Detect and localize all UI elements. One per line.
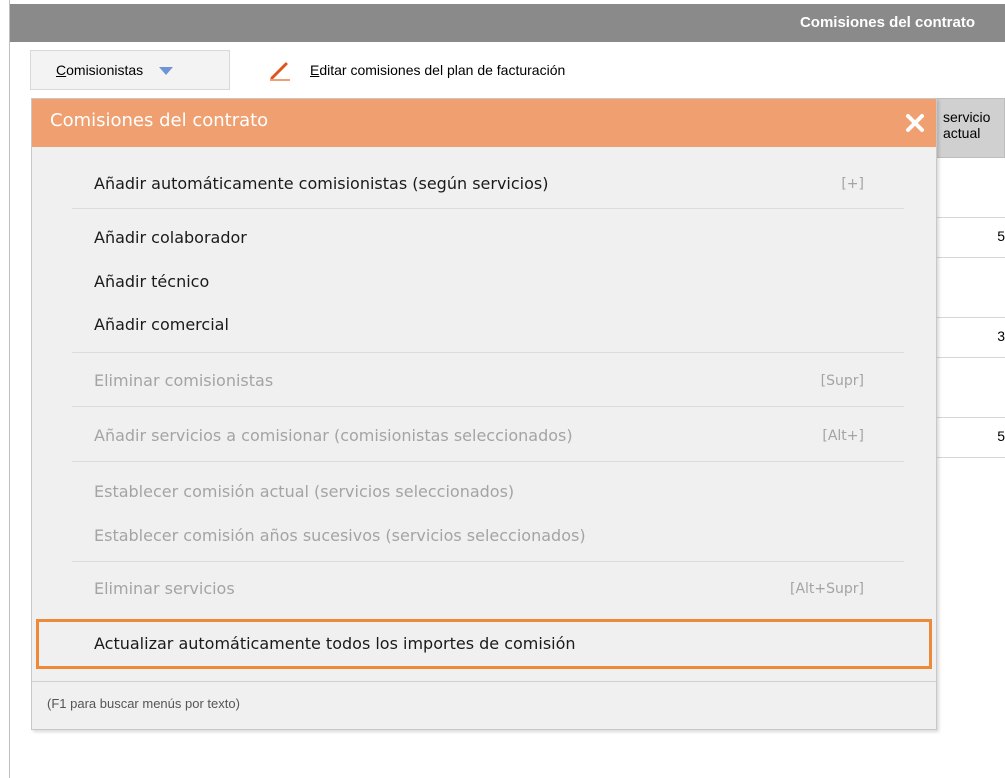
menu-item-add-tecnico[interactable]: Añadir técnico	[94, 269, 209, 295]
edit-commissions-label: Editar comisiones del plan de facturació…	[310, 62, 566, 78]
menu-separator	[72, 352, 904, 353]
chevron-down-icon	[159, 67, 174, 75]
table-row[interactable]	[934, 258, 1005, 318]
menu-item-add-colaborador[interactable]: Añadir colaborador	[94, 225, 247, 251]
table-row[interactable]: 5	[934, 418, 1005, 458]
window-titlebar: Comisiones del contrato	[10, 4, 1005, 42]
table-cell: 5	[997, 428, 1005, 444]
toolbar: Comisionistas Editar comisiones del plan…	[10, 42, 1005, 98]
shortcut-remove-services: [Alt+Supr]	[789, 581, 864, 597]
comisionistas-dropdown-button[interactable]: Comisionistas	[30, 50, 230, 90]
comisionistas-label: Comisionistas	[56, 62, 144, 78]
table-cell: 5	[997, 228, 1005, 244]
window-title: Comisiones del contrato	[799, 14, 975, 31]
commissions-table-fragment: servicio actual 5 3 5	[934, 98, 1005, 458]
close-icon[interactable]	[904, 112, 926, 134]
menu-separator	[72, 561, 904, 562]
menu-item-set-current-commission[interactable]: Establecer comisión actual (servicios se…	[94, 479, 514, 505]
menu-item-auto-add-comisionistas[interactable]: Añadir automáticamente comisionistas (se…	[94, 171, 548, 197]
table-cell: 3	[997, 328, 1005, 344]
menu-item-update-all-commissions[interactable]: Actualizar automáticamente todos los imp…	[94, 631, 576, 657]
menu-footer: (F1 para buscar menús por texto)	[32, 681, 936, 730]
column-header-servicio-actual: servicio actual	[934, 98, 1005, 158]
table-row[interactable]: 3	[934, 318, 1005, 358]
menu-separator	[72, 461, 904, 462]
menu-title: Comisiones del contrato	[50, 110, 269, 131]
menu-item-remove-services[interactable]: Eliminar servicios	[94, 576, 235, 602]
table-row[interactable]	[934, 158, 1005, 218]
menu-item-set-future-commission[interactable]: Establecer comisión años sucesivos (serv…	[94, 523, 586, 549]
commissions-context-menu: Comisiones del contrato Añadir automátic…	[31, 98, 937, 730]
menu-header: Comisiones del contrato	[32, 99, 936, 147]
shortcut-add-services: [Alt+]	[822, 428, 864, 444]
table-row[interactable]: 5	[934, 218, 1005, 258]
menu-item-remove-comisionistas[interactable]: Eliminar comisionistas	[94, 368, 273, 394]
pencil-icon	[270, 62, 290, 81]
table-row[interactable]	[934, 358, 1005, 418]
shortcut-auto-add: [+]	[841, 176, 864, 192]
menu-item-add-services[interactable]: Añadir servicios a comisionar (comisioni…	[94, 423, 573, 449]
menu-hint: (F1 para buscar menús por texto)	[47, 696, 240, 711]
window-left-border	[0, 0, 10, 778]
edit-commissions-button[interactable]: Editar comisiones del plan de facturació…	[268, 50, 565, 90]
menu-item-add-comercial[interactable]: Añadir comercial	[94, 312, 229, 338]
menu-separator	[72, 406, 904, 407]
shortcut-remove-comisionistas: [Supr]	[820, 373, 864, 389]
menu-separator	[72, 208, 904, 209]
